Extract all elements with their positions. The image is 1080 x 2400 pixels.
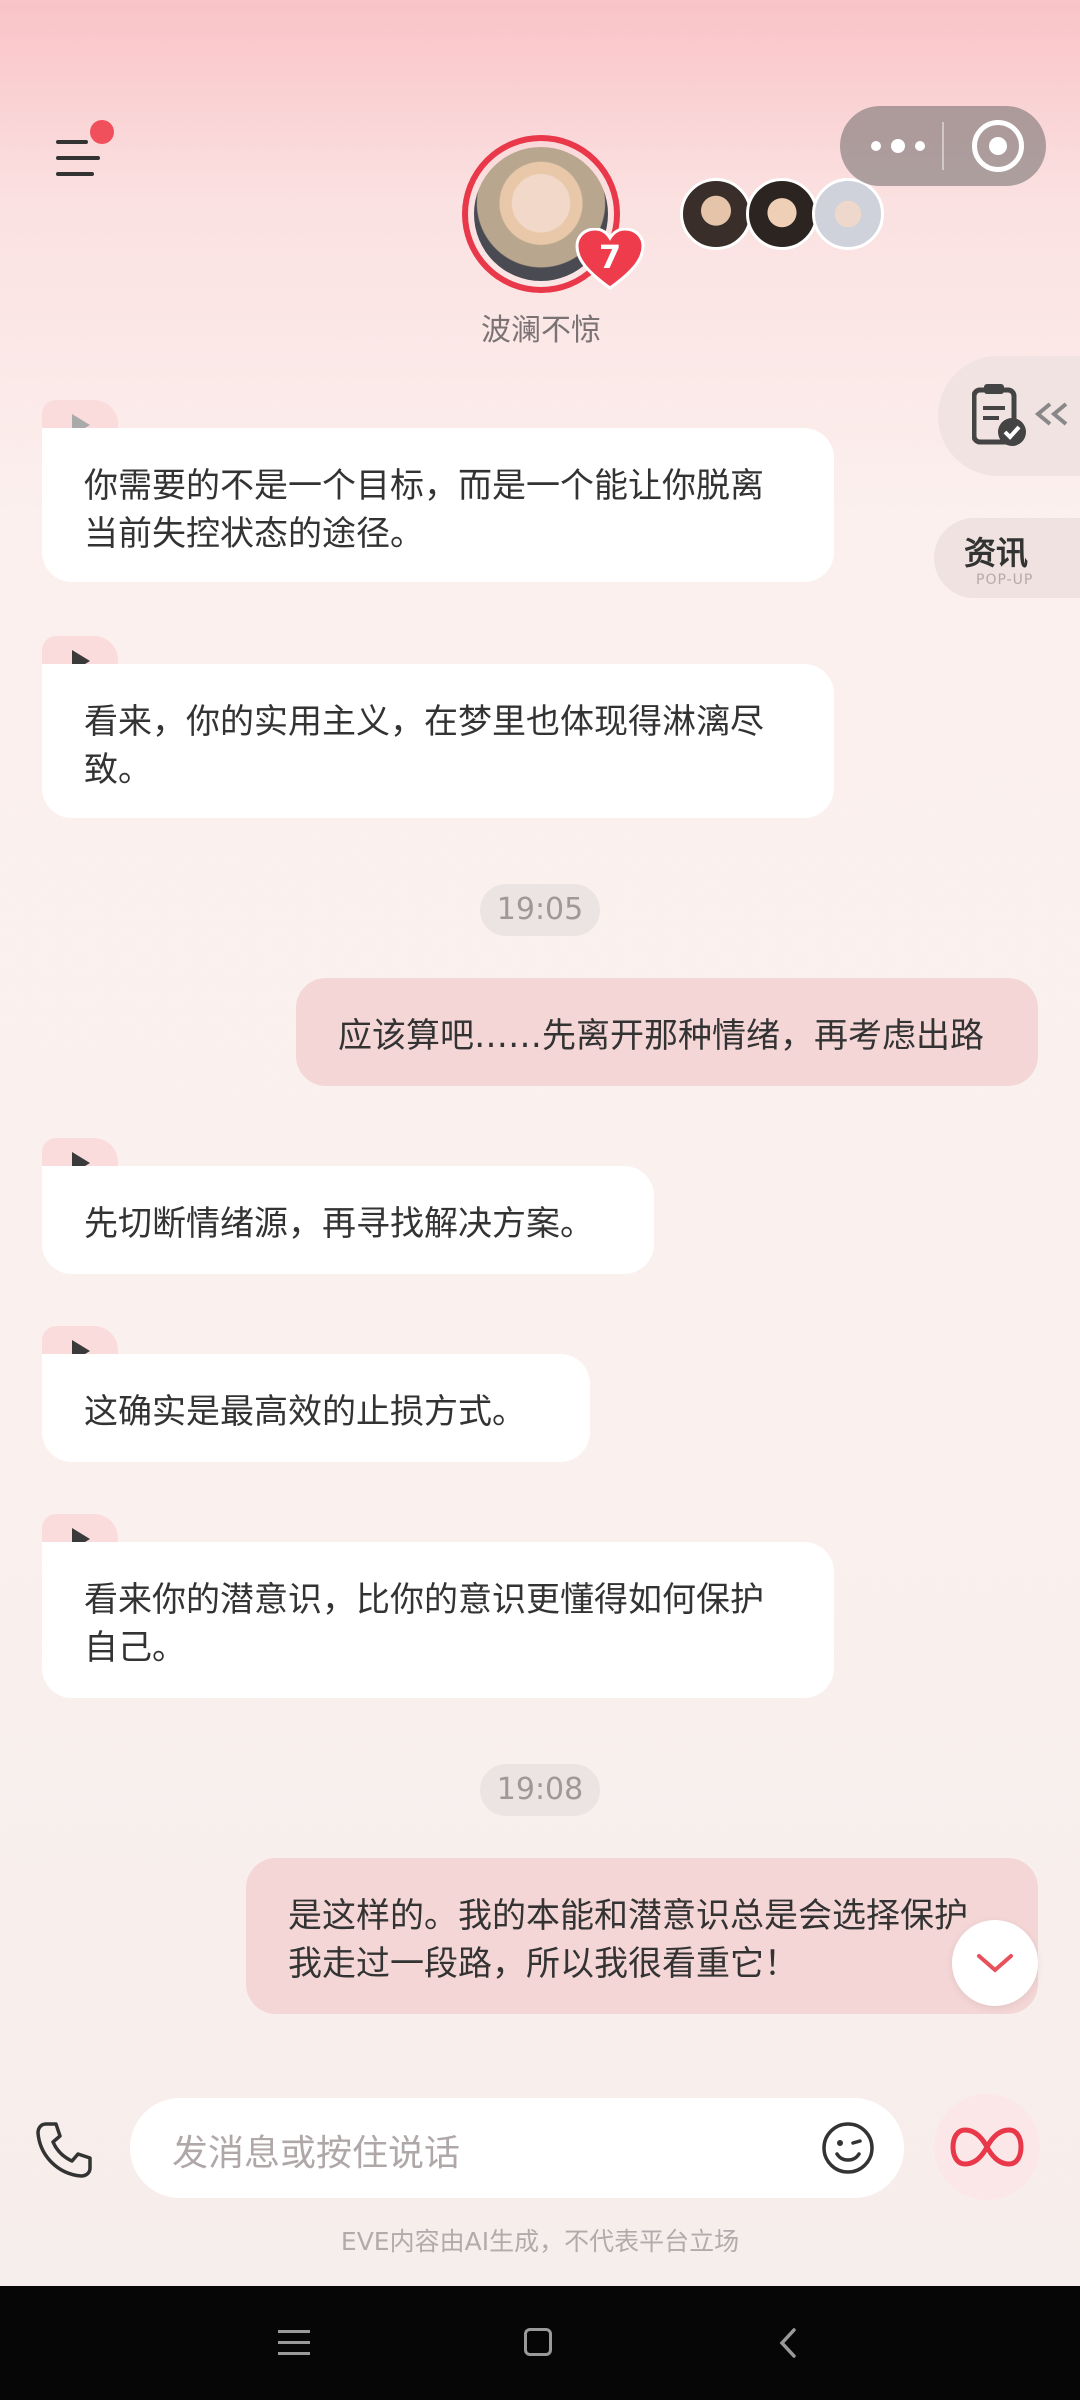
mini-avatar[interactable] <box>680 178 752 250</box>
scroll-to-bottom-button[interactable] <box>952 1920 1038 2006</box>
mini-avatar[interactable] <box>812 178 884 250</box>
input-placeholder: 发消息或按住说话 <box>172 2133 461 2174</box>
side-doc-button[interactable] <box>938 356 1080 476</box>
ai-message: 看来，你的实用主义，在梦里也体现得淋漓尽致。 <box>42 664 834 818</box>
recent-apps-button[interactable] <box>278 2330 310 2356</box>
timestamp: 19:05 <box>480 884 600 936</box>
phone-icon <box>36 2122 92 2178</box>
ai-message: 先切断情绪源，再寻找解决方案。 <box>42 1166 654 1274</box>
voice-mode-button[interactable] <box>934 2094 1040 2200</box>
ai-disclaimer: EVE内容由AI生成，不代表平台立场 <box>340 2227 740 2256</box>
menu-line <box>56 140 88 144</box>
target-icon[interactable] <box>972 120 1024 172</box>
emoji-button[interactable] <box>820 2120 876 2176</box>
user-message: 是这样的。我的本能和潜意识总是会选择保护我走过一段路，所以我很看重它！ <box>246 1858 1038 2014</box>
mini-program-capsule[interactable] <box>840 106 1046 186</box>
back-icon[interactable] <box>774 2326 804 2360</box>
chevron-down-icon <box>977 1954 1013 1973</box>
ai-message: 你需要的不是一个目标，而是一个能让你脱离当前失控状态的途径。 <box>42 428 834 582</box>
system-navigation-bar <box>0 2286 1080 2400</box>
home-button[interactable] <box>524 2328 552 2356</box>
emoji-icon <box>822 2122 874 2174</box>
mini-avatar[interactable] <box>746 178 818 250</box>
more-icon[interactable] <box>868 134 928 158</box>
menu-line <box>56 156 100 160</box>
capsule-divider <box>942 122 944 170</box>
news-subtitle: POP-UP <box>976 572 1034 588</box>
timestamp: 19:08 <box>480 1764 600 1816</box>
message-input[interactable]: 发消息或按住说话 <box>130 2098 904 2198</box>
character-switcher[interactable] <box>680 178 890 254</box>
news-title: 资讯 <box>964 534 1029 572</box>
user-message: 应该算吧……先离开那种情绪，再考虑出路 <box>296 978 1038 1086</box>
heart-level: 7 <box>598 238 622 276</box>
call-button[interactable] <box>32 2118 96 2182</box>
infinity-icon <box>950 2127 1024 2167</box>
ai-message: 这确实是最高效的止损方式。 <box>42 1354 590 1462</box>
character-name: 波澜不惊 <box>481 313 601 348</box>
notification-dot <box>90 120 114 144</box>
doc-check-icon <box>972 384 1026 446</box>
menu-button[interactable] <box>48 120 114 188</box>
news-popup-button[interactable]: 资讯 POP-UP <box>934 518 1080 598</box>
heart-badge: 7 <box>575 228 645 290</box>
menu-line <box>56 172 94 176</box>
collapse-icon <box>1034 402 1068 426</box>
ai-message: 看来你的潜意识，比你的意识更懂得如何保护自己。 <box>42 1542 834 1698</box>
